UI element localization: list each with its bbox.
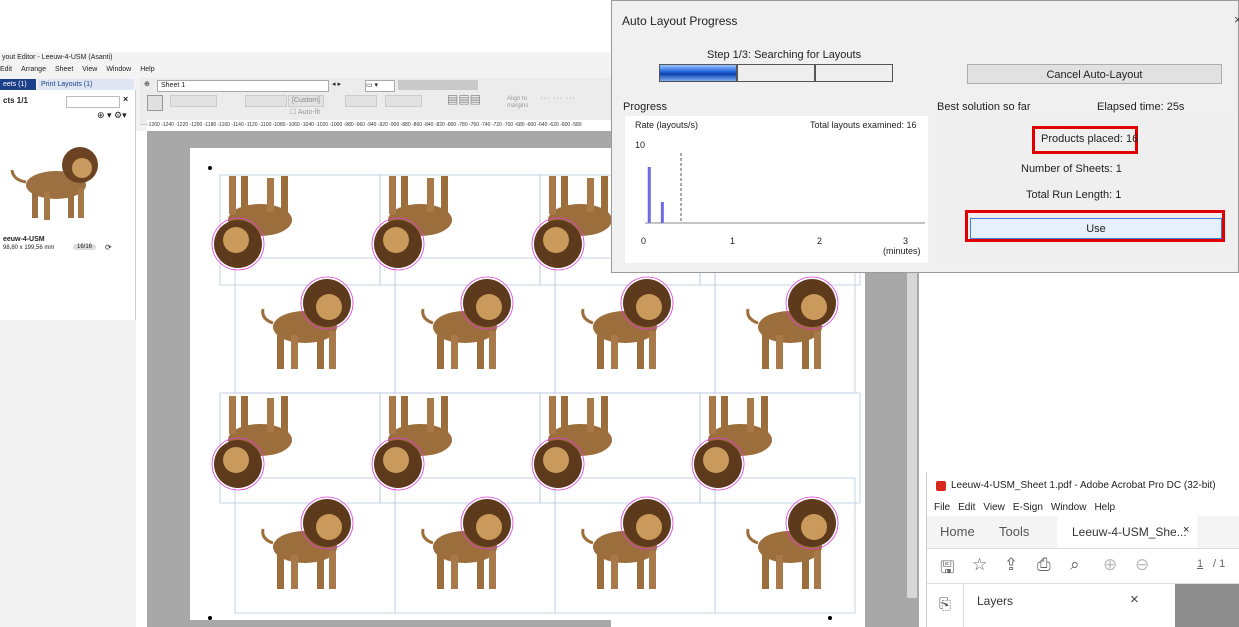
prev-page-icon[interactable]: ⊕ [1103,555,1117,575]
acro-menu-file[interactable]: File [934,502,950,513]
rate-chart: Rate (layouts/s) Total layouts examined:… [625,116,928,263]
product-search-input[interactable] [66,96,120,108]
align-icons[interactable]: ▤▤▤ [447,93,481,105]
progress-segment-1 [659,64,737,82]
tab-close-icon[interactable]: × [1183,524,1189,536]
objects-count: cts 1/1 [3,96,28,105]
acrobat-title: Leeuw-4-USM_Sheet 1.pdf - Adobe Acrobat … [951,480,1216,491]
acro-menu-window[interactable]: Window [1051,502,1087,513]
acro-menu-esign[interactable]: E-Sign [1013,502,1043,513]
page-total: / 1 [1213,558,1226,570]
x-tick-1: 1 [730,236,736,246]
acrobat-tabbar: Home Tools Leeuw-4-USM_She... × [927,516,1239,549]
progress-segment-3 [815,64,893,82]
canvas-margin [865,258,919,627]
x-axis-unit: (minutes) [883,246,921,256]
page-number-input[interactable]: 1 [1197,558,1203,570]
editor-menubar: Edit Arrange Sheet View Window Help [0,64,155,76]
tab-print-layouts[interactable]: Print Layouts (1) [38,79,134,90]
product-size: 98,80 x 199,56 mm [3,245,55,251]
rate-bar-1 [660,202,664,223]
products-panel: cts 1/1 × ⊕ ▾ ⚙▾ eeuw-4-USM 98,80 x 199,… [0,90,136,320]
acro-menu-edit[interactable]: Edit [958,502,975,513]
sheet-select[interactable]: Sheet 1 [157,80,329,92]
product-name: eeuw-4-USM [3,236,45,243]
elapsed-time: Elapsed time: 25s [1097,101,1185,113]
tab-sheets[interactable]: eets (1) [0,79,36,90]
x-tick-3: 3 [903,236,909,246]
close-icon[interactable]: × [1234,12,1239,27]
tab-document[interactable]: Leeuw-4-USM_She... × [1057,516,1197,548]
tab-document-label: Leeuw-4-USM_She... [1072,525,1187,539]
dialog-title: Auto Layout Progress [622,14,738,28]
best-solution-label: Best solution so far [937,101,1031,113]
star-icon[interactable]: ☆ [972,555,987,575]
sheet-nav-icon[interactable]: ◂ ▸ [332,80,341,90]
acro-menu-help[interactable]: Help [1094,502,1115,513]
x-tick-2: 2 [817,236,823,246]
product-thumbnail[interactable] [8,130,108,230]
rate-bar-0 [647,167,651,223]
editor-tabs: eets (1) Print Layouts (1) [0,79,145,90]
acrobat-logo-icon [936,481,946,491]
copy-icon[interactable]: ⎘ [939,596,951,613]
total-run-length: Total Run Length: 1 [1026,189,1122,201]
menu-help[interactable]: Help [140,66,154,73]
best-solution-panel: Products placed: 16 Number of Sheets: 1 … [937,116,1233,263]
autofit-checkbox[interactable]: ☐ Auto-fit [290,108,320,118]
step-text: Step 1/3: Searching for Layouts [707,49,862,61]
upload-icon[interactable]: ⇪ [1004,555,1018,575]
height-field[interactable] [245,95,287,107]
layers-label: Layers [977,594,1014,608]
layers-panel: ⎘ Layers × [927,584,1175,627]
vertical-scrollbar[interactable] [907,258,917,598]
editor-title: yout Editor - Leeuw-4-USM (Asanti) [2,54,113,61]
menu-sheet[interactable]: Sheet [55,66,73,73]
grid-icon[interactable] [147,95,163,111]
acrobat-menubar: File Edit View E-Sign Window Help [934,502,1123,513]
save-icon[interactable]: 🖫 [940,555,954,584]
add-sheet-icon[interactable]: ⊕ [144,80,150,90]
product-quantity-badge: 16/16 [73,244,97,250]
editor-toolbar: ⊕ Sheet 1 ◂ ▸ ▭ ▾ [Custom] ☐ Auto-fit ▤▤… [140,78,611,125]
acro-menu-view[interactable]: View [983,502,1005,513]
x-tick-0: 0 [641,236,647,246]
menu-arrange[interactable]: Arrange [21,66,46,73]
custom-size-select[interactable]: [Custom] [288,95,324,107]
menu-window[interactable]: Window [106,66,131,73]
rate-chart-plot [645,153,925,224]
margin-field[interactable] [345,95,377,107]
number-of-sheets: Number of Sheets: 1 [1021,163,1122,175]
align-to-margins-checkbox[interactable]: Align to margins [507,96,537,110]
use-button[interactable]: Use [970,218,1222,239]
cancel-auto-layout-button[interactable]: Cancel Auto-Layout [967,64,1222,84]
progress-segment-2 [737,64,815,82]
refresh-icon[interactable]: ⟳ [105,243,112,252]
add-product-icon[interactable]: ⊕ ▾ ⚙▾ [97,110,127,121]
disabled-field [398,80,478,90]
view-mode-select[interactable]: ▭ ▾ [365,80,395,92]
distribute-icons[interactable]: ⋯ ⋯ ⋯ [540,94,576,104]
print-icon[interactable]: ⎙ [1037,555,1051,575]
progress-label: Progress [623,101,668,113]
width-field[interactable] [170,95,217,107]
auto-layout-dialog: Auto Layout Progress × Step 1/3: Searchi… [611,0,1239,273]
tab-home[interactable]: Home [940,524,975,539]
menu-view[interactable]: View [82,66,97,73]
acrobat-window: Leeuw-4-USM_Sheet 1.pdf - Adobe Acrobat … [926,472,1239,627]
acrobat-toolbar: 🖫 ☆ ⇪ ⎙ ⌕ ⊕ ⊖ 1 / 1 [927,549,1239,584]
layers-close-icon[interactable]: × [1130,591,1139,608]
products-placed: Products placed: 16 [1041,133,1139,145]
clear-icon[interactable]: × [123,94,128,104]
document-view[interactable] [1175,584,1239,627]
menu-edit[interactable]: Edit [0,66,12,73]
zoom-icon[interactable]: ⌕ [1070,555,1080,575]
next-page-icon[interactable]: ⊖ [1135,555,1149,575]
spacing-select[interactable] [385,95,422,107]
tab-tools[interactable]: Tools [999,524,1029,539]
